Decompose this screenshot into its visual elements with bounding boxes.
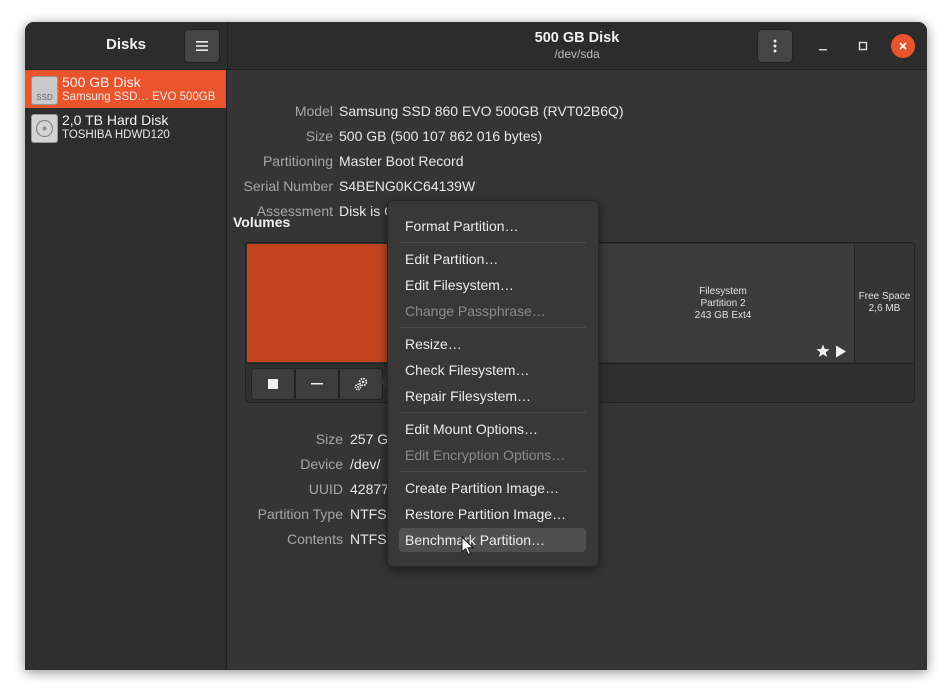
part-label-contents: Contents	[286, 531, 343, 547]
disk-item-name: 2,0 TB Hard Disk	[62, 112, 169, 128]
menu-item-format-partition[interactable]: Format Partition…	[405, 218, 519, 234]
play-icon	[836, 345, 846, 358]
menu-item-edit-mount-options[interactable]: Edit Mount Options…	[405, 421, 538, 437]
volume-tool-group	[251, 368, 383, 400]
menu-separator	[400, 471, 586, 472]
gears-icon	[354, 377, 368, 391]
stop-icon	[268, 379, 278, 389]
menu-item-resize[interactable]: Resize…	[405, 336, 462, 352]
disk-item-name: 500 GB Disk	[62, 74, 141, 90]
ssd-icon-label: SSD	[36, 93, 53, 102]
maximize-button[interactable]	[851, 34, 875, 58]
volumes-heading: Volumes	[233, 214, 291, 230]
minus-icon	[311, 383, 323, 385]
free-space-line2: 2,6 MB	[868, 303, 901, 314]
info-value-serial: S4BENG0KC64139W	[339, 178, 476, 194]
part-value-size: 257 G	[350, 431, 389, 447]
info-label-serial: Serial Number	[243, 178, 333, 194]
partition-2-line2: Partition 2	[700, 298, 746, 309]
menu-item-restore-partition-image[interactable]: Restore Partition Image…	[405, 506, 566, 522]
hard-disk-icon	[31, 114, 58, 143]
info-value-model: Samsung SSD 860 EVO 500GB (RVT02B6Q)	[339, 103, 624, 119]
partition-2-block[interactable]: Filesystem Partition 2 243 GB Ext4	[591, 244, 854, 362]
menu-item-benchmark-partition[interactable]: Benchmark Partition…	[405, 532, 545, 548]
info-value-partitioning: Master Boot Record	[339, 153, 464, 169]
disk-item-500gb[interactable]: SSD 500 GB Disk Samsung SSD… EVO 500GB	[25, 70, 226, 108]
app-menu-button[interactable]	[184, 29, 220, 63]
menu-item-repair-filesystem[interactable]: Repair Filesystem…	[405, 388, 531, 404]
hamburger-menu-icon	[196, 41, 208, 51]
part-label-device: Device	[300, 456, 343, 472]
star-icon	[816, 344, 830, 357]
part-value-contents: NTFS	[350, 531, 387, 547]
menu-item-edit-filesystem[interactable]: Edit Filesystem…	[405, 277, 514, 293]
disk-menu-button[interactable]	[757, 29, 793, 63]
info-label-size: Size	[305, 128, 333, 144]
part-value-type: NTFS,	[350, 506, 391, 522]
menu-item-edit-encryption-options: Edit Encryption Options…	[405, 447, 566, 463]
unmount-button[interactable]	[251, 368, 295, 400]
menu-separator	[400, 327, 586, 328]
minimize-button[interactable]	[811, 34, 835, 58]
part-value-device: /dev/	[350, 456, 381, 472]
menu-separator	[400, 412, 586, 413]
disk-item-model: TOSHIBA HDWD120	[62, 129, 170, 141]
vertical-dots-icon	[773, 39, 777, 53]
menu-item-change-passphrase: Change Passphrase…	[405, 303, 546, 319]
mouse-cursor-icon	[461, 536, 475, 556]
ssd-icon: SSD	[31, 76, 58, 105]
part-label-size: Size	[315, 431, 343, 447]
maximize-icon	[858, 41, 868, 51]
disk-item-model: Samsung SSD… EVO 500GB	[62, 91, 216, 103]
info-value-size: 500 GB (500 107 862 016 bytes)	[339, 128, 543, 144]
part-label-type: Partition Type	[257, 506, 343, 522]
free-space-block[interactable]: Free Space 2,6 MB	[854, 244, 914, 362]
disk-list-sidebar: SSD 500 GB Disk Samsung SSD… EVO 500GB 2…	[25, 70, 227, 670]
free-space-line1: Free Space	[858, 291, 911, 302]
menu-item-create-partition-image[interactable]: Create Partition Image…	[405, 480, 559, 496]
partition-context-menu: Format Partition… Edit Partition… Edit F…	[387, 200, 599, 567]
sidebar-header: Disks	[25, 22, 228, 69]
partition-settings-button[interactable]	[339, 368, 383, 400]
menu-item-edit-partition[interactable]: Edit Partition…	[405, 251, 498, 267]
header-bar: Disks 500 GB Disk /dev/sda	[25, 22, 927, 70]
part-label-uuid: UUID	[308, 481, 343, 497]
part-value-uuid: 42877	[350, 481, 389, 497]
info-label-model: Model	[294, 103, 333, 119]
close-icon	[899, 42, 907, 50]
menu-separator	[400, 242, 586, 243]
disk-item-2tb[interactable]: 2,0 TB Hard Disk TOSHIBA HDWD120	[25, 108, 226, 146]
partition-2-line1: Filesystem	[699, 286, 747, 297]
partition-2-line3: 243 GB Ext4	[694, 310, 752, 321]
delete-partition-button[interactable]	[295, 368, 339, 400]
close-button[interactable]	[891, 34, 915, 58]
minimize-icon	[819, 49, 827, 51]
menu-item-check-filesystem[interactable]: Check Filesystem…	[405, 362, 529, 378]
info-label-partitioning: Partitioning	[262, 153, 333, 169]
